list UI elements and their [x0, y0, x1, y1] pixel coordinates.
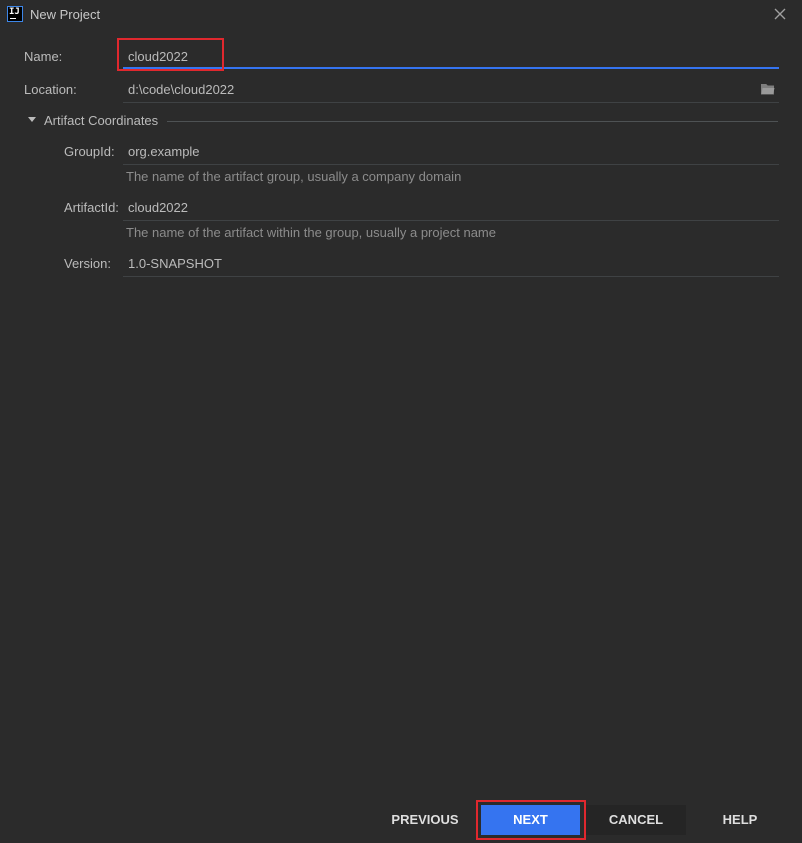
artifact-coordinates-toggle[interactable]: Artifact Coordinates: [44, 113, 158, 128]
version-input-underline: [123, 276, 779, 277]
artifactid-input-underline: [123, 220, 779, 221]
version-label: Version:: [64, 256, 111, 271]
location-input[interactable]: d:\code\cloud2022: [128, 82, 234, 97]
cancel-button[interactable]: CANCEL: [586, 805, 686, 835]
section-divider: [167, 121, 778, 122]
window-title: New Project: [30, 7, 101, 22]
intellij-app-icon: IJ: [7, 6, 23, 22]
groupid-input-underline: [123, 164, 779, 165]
artifactid-input[interactable]: cloud2022: [128, 200, 188, 215]
groupid-label: GroupId:: [64, 144, 115, 159]
location-label: Location:: [24, 82, 77, 97]
version-input[interactable]: 1.0-SNAPSHOT: [128, 256, 222, 271]
name-highlight-box: [117, 38, 224, 71]
next-button[interactable]: NEXT: [481, 805, 580, 835]
folder-icon[interactable]: [761, 83, 775, 95]
app-icon-bar: [10, 18, 16, 19]
help-button[interactable]: HELP: [700, 805, 780, 835]
previous-button[interactable]: PREVIOUS: [382, 805, 468, 835]
location-input-underline: [123, 102, 779, 103]
triangle-down-icon[interactable]: [28, 117, 36, 122]
artifactid-hint: The name of the artifact within the grou…: [126, 225, 496, 240]
groupid-input[interactable]: org.example: [128, 144, 200, 159]
artifactid-label: ArtifactId:: [64, 200, 119, 215]
new-project-dialog: IJ New Project Name: cloud2022 Location:…: [0, 0, 802, 843]
name-label: Name:: [24, 49, 63, 64]
title-bar: IJ New Project: [0, 0, 802, 30]
close-icon[interactable]: [772, 6, 788, 22]
app-icon-text: IJ: [9, 7, 20, 17]
groupid-hint: The name of the artifact group, usually …: [126, 169, 462, 184]
